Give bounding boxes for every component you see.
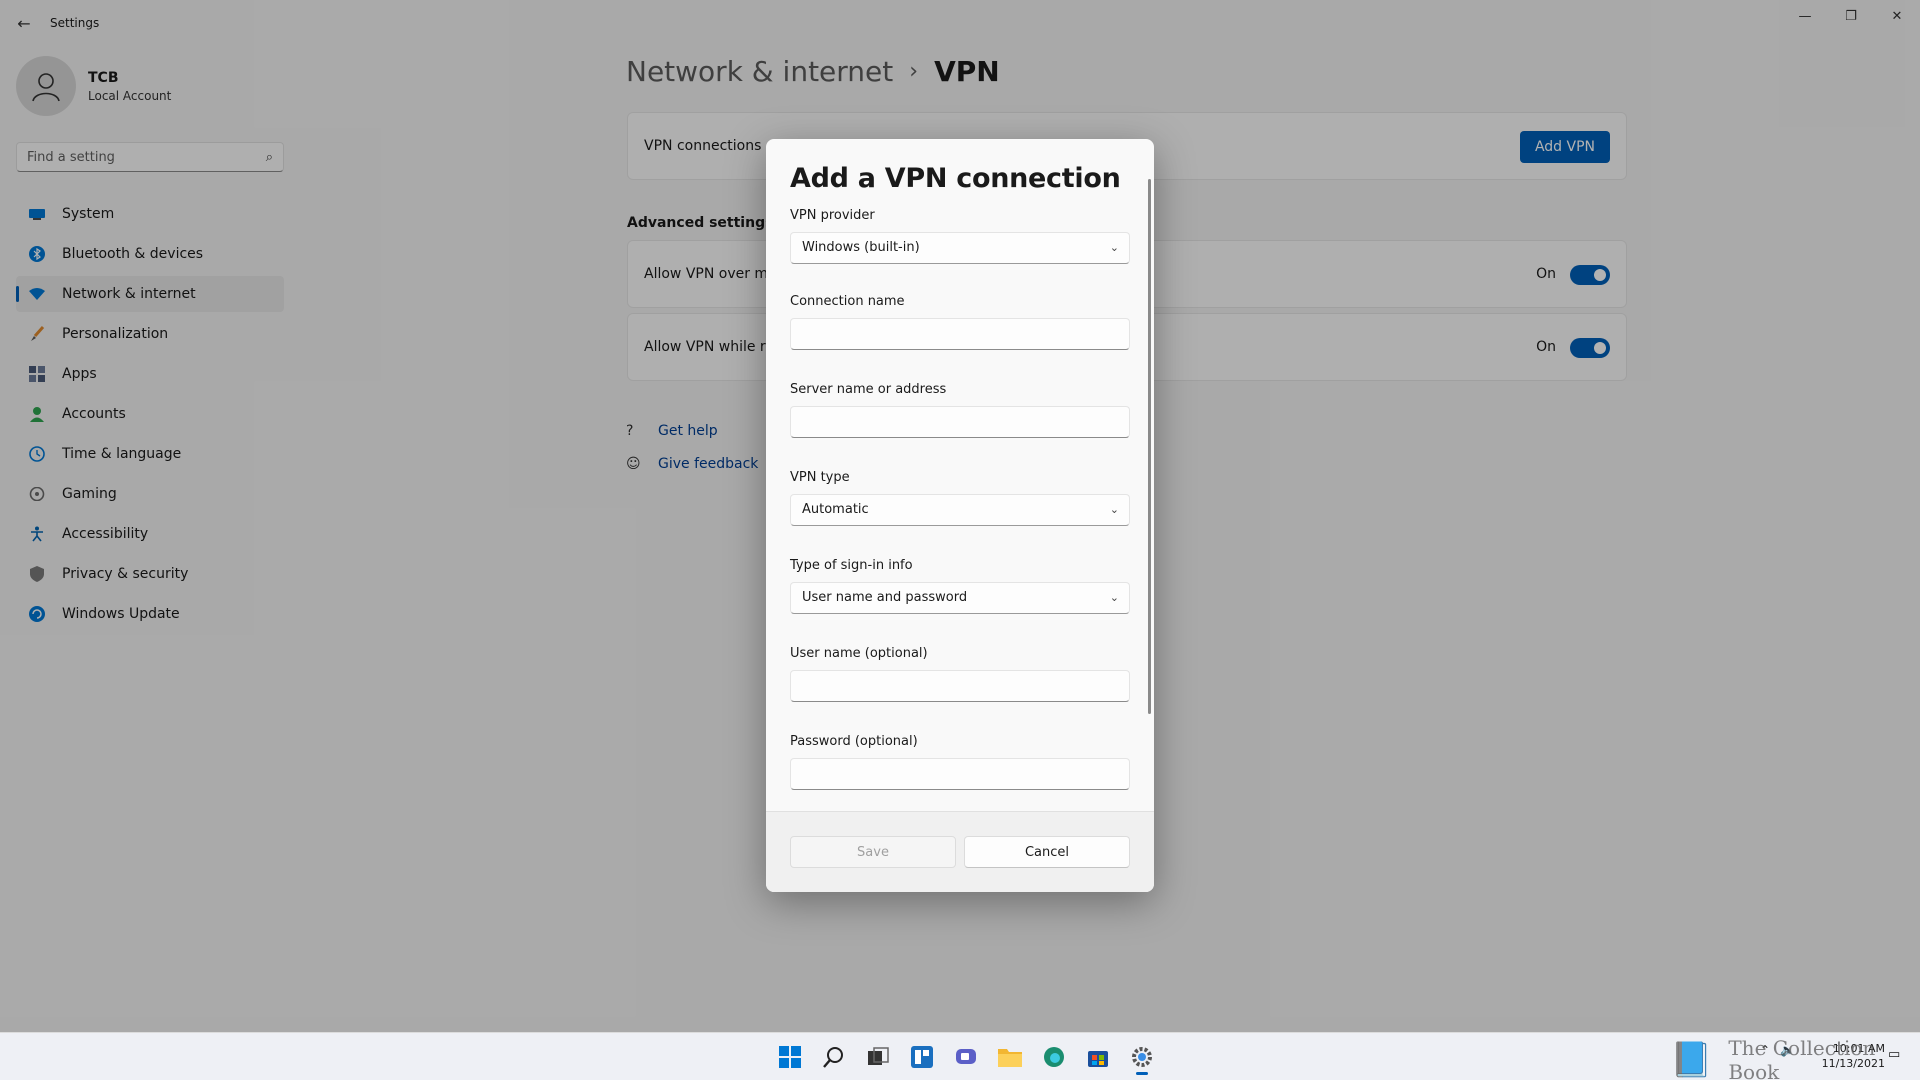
signin-type-value: User name and password xyxy=(802,590,968,605)
server-input[interactable] xyxy=(790,406,1130,438)
signin-type-field: Type of sign-in info User name and passw… xyxy=(790,558,1130,614)
password-input[interactable] xyxy=(790,758,1130,790)
connection-name-field: Connection name xyxy=(790,294,1130,350)
watermark-text: The Collection Book xyxy=(1728,1036,1876,1080)
add-vpn-dialog: Add a VPN connection VPN provider Window… xyxy=(766,139,1154,892)
username-field: User name (optional) xyxy=(790,646,1130,702)
widgets-icon[interactable] xyxy=(900,1039,944,1075)
password-label: Password (optional) xyxy=(790,734,918,749)
vpn-provider-label: VPN provider xyxy=(790,208,875,223)
connection-name-input[interactable] xyxy=(790,318,1130,350)
signin-type-dropdown[interactable]: User name and password ⌄ xyxy=(790,582,1130,614)
vpn-provider-field: VPN provider Windows (built-in) ⌄ xyxy=(790,208,1130,264)
task-view-icon[interactable] xyxy=(856,1039,900,1075)
vpn-type-label: VPN type xyxy=(790,470,850,485)
connection-name-label: Connection name xyxy=(790,294,905,309)
search-icon[interactable] xyxy=(812,1039,856,1075)
settings-icon[interactable] xyxy=(1120,1039,1164,1075)
dialog-title: Add a VPN connection xyxy=(790,163,1121,194)
edge-icon[interactable] xyxy=(1032,1039,1076,1075)
store-icon[interactable] xyxy=(1076,1039,1120,1075)
vpn-provider-dropdown[interactable]: Windows (built-in) ⌄ xyxy=(790,232,1130,264)
save-button[interactable]: Save xyxy=(790,836,956,868)
cancel-button[interactable]: Cancel xyxy=(964,836,1130,868)
watermark: 📘 The Collection Book xyxy=(1670,1036,1920,1080)
file-explorer-icon[interactable] xyxy=(988,1039,1032,1075)
dialog-scrollbar[interactable] xyxy=(1148,179,1151,714)
chat-icon[interactable] xyxy=(944,1039,988,1075)
username-input[interactable] xyxy=(790,670,1130,702)
password-field: Password (optional) xyxy=(790,734,1130,790)
username-label: User name (optional) xyxy=(790,646,928,661)
chevron-down-icon: ⌄ xyxy=(1109,591,1119,604)
taskbar: ⌃ 🔈 10:01 AM 11/13/2021 ▭ xyxy=(0,1032,1920,1080)
book-icon: 📘 xyxy=(1670,1040,1713,1080)
server-label: Server name or address xyxy=(790,382,947,397)
vpn-type-value: Automatic xyxy=(802,502,869,517)
windows-start-icon[interactable] xyxy=(768,1039,812,1075)
server-field: Server name or address xyxy=(790,382,1130,438)
dialog-body: Add a VPN connection VPN provider Window… xyxy=(766,139,1154,811)
taskbar-icons xyxy=(768,1039,1164,1075)
dialog-footer: Save Cancel xyxy=(766,811,1154,892)
vpn-provider-value: Windows (built-in) xyxy=(802,240,920,255)
vpn-type-dropdown[interactable]: Automatic ⌄ xyxy=(790,494,1130,526)
chevron-down-icon: ⌄ xyxy=(1109,503,1119,516)
chevron-down-icon: ⌄ xyxy=(1109,241,1119,254)
signin-type-label: Type of sign-in info xyxy=(790,558,913,573)
vpn-type-field: VPN type Automatic ⌄ xyxy=(790,470,1130,526)
